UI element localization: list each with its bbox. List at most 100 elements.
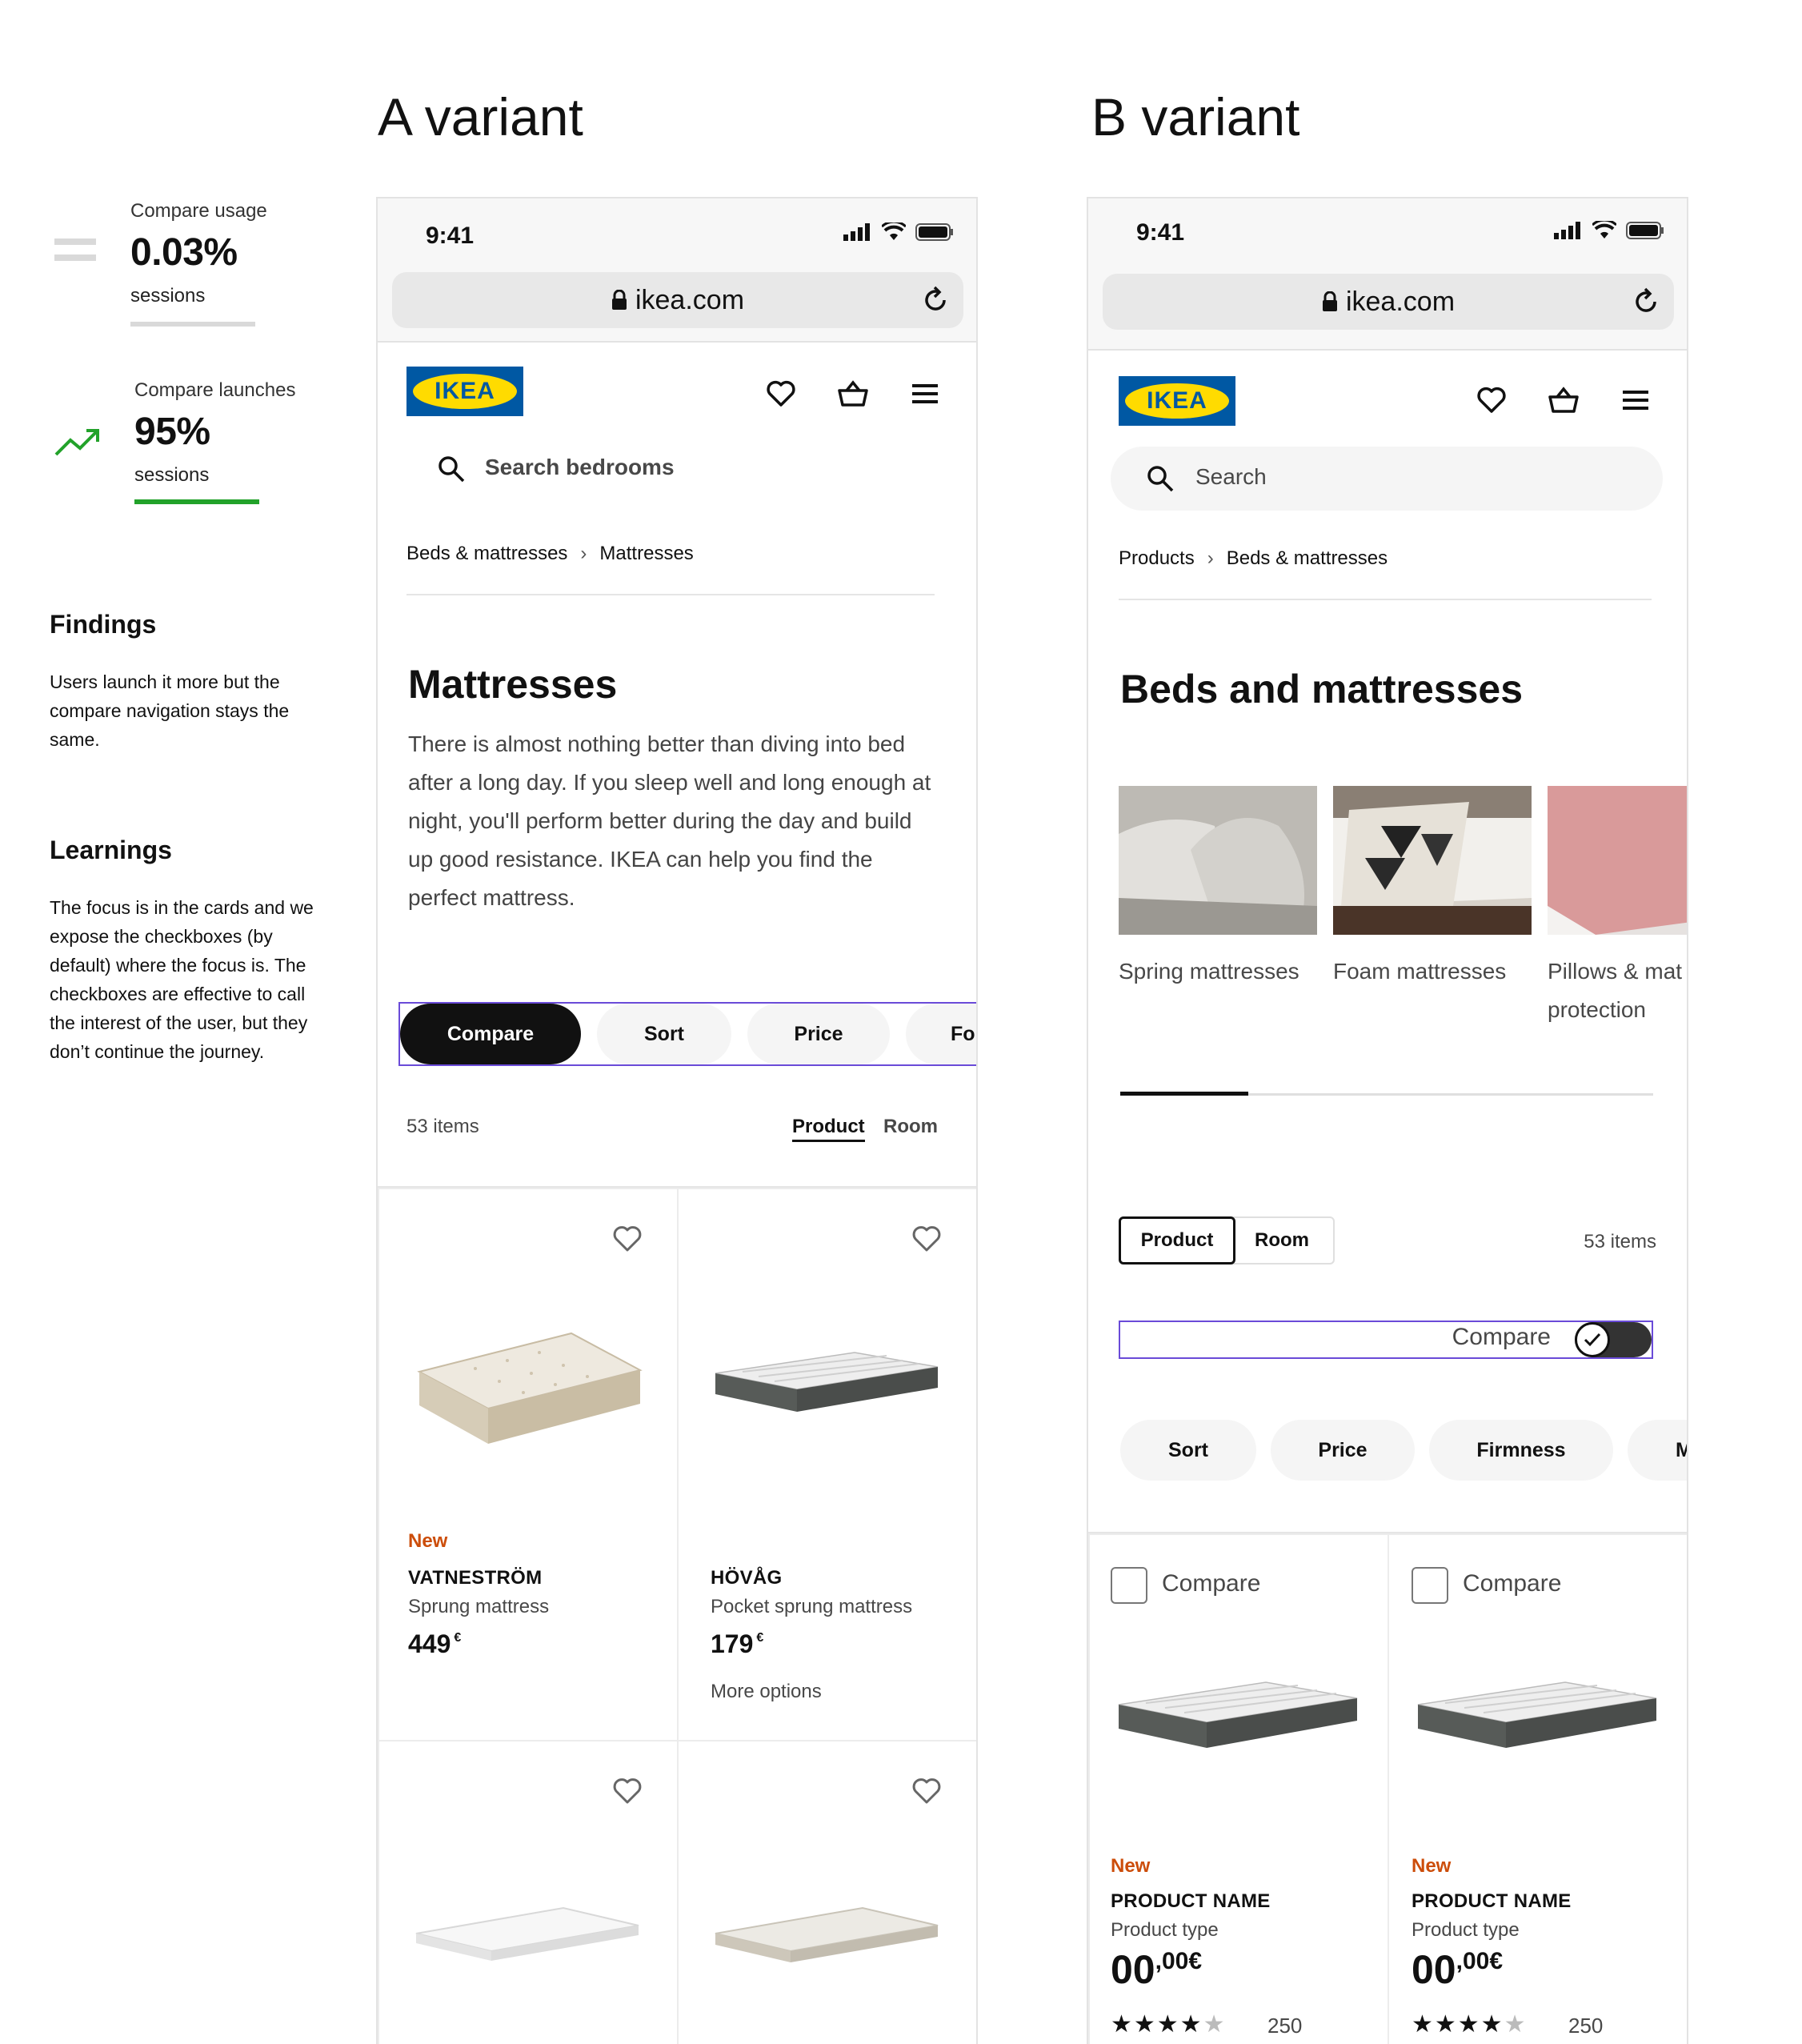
- filter-pill[interactable]: Fo: [906, 1004, 976, 1064]
- compare-label[interactable]: Compare: [1463, 1570, 1561, 1597]
- price-value: 449: [408, 1629, 451, 1658]
- breadcrumb-link[interactable]: Products: [1119, 547, 1195, 569]
- basket-icon[interactable]: [1548, 384, 1580, 416]
- product-image: [415, 1906, 639, 1961]
- currency: €: [1489, 1948, 1504, 1974]
- heart-icon[interactable]: [765, 378, 797, 410]
- filter-pill-label: Fo: [951, 1022, 975, 1045]
- product-card[interactable]: [677, 1740, 976, 2044]
- battery-icon: [1626, 222, 1664, 239]
- ikea-logo[interactable]: IKEA: [406, 367, 523, 416]
- wifi-icon: [882, 222, 906, 240]
- compare-label[interactable]: Compare: [1162, 1570, 1260, 1597]
- product-image: [715, 1352, 939, 1412]
- reload-icon[interactable]: [920, 285, 951, 315]
- metric-unit: sessions: [134, 464, 210, 486]
- ikea-logo[interactable]: IKEA: [1119, 376, 1235, 426]
- filter-pill-label: M: [1676, 1439, 1687, 1462]
- category-label[interactable]: Foam mattresses: [1333, 952, 1533, 991]
- currency: €: [454, 1631, 462, 1645]
- tab-room[interactable]: Room: [883, 1116, 938, 1138]
- new-badge: New: [1111, 1855, 1151, 1877]
- tab-product[interactable]: Product: [792, 1116, 865, 1142]
- product-price: 449 €: [408, 1629, 461, 1659]
- heart-icon[interactable]: [911, 1775, 943, 1807]
- breadcrumb-link[interactable]: Beds & mattresses: [1227, 547, 1388, 569]
- reload-icon[interactable]: [1631, 287, 1661, 317]
- page-title: Beds and mattresses: [1120, 667, 1524, 711]
- product-name: PRODUCT NAME: [1111, 1890, 1271, 1912]
- search-input[interactable]: Search bedrooms: [485, 455, 675, 480]
- product-card[interactable]: [378, 1740, 679, 2044]
- url-display[interactable]: ikea.com: [1103, 287, 1674, 318]
- basket-icon[interactable]: [837, 378, 869, 410]
- lock-icon: [611, 289, 627, 310]
- heart-icon[interactable]: [1476, 384, 1508, 416]
- menu-icon[interactable]: [1620, 384, 1652, 416]
- category-label-line: protection: [1548, 997, 1646, 1022]
- category-label[interactable]: Pillows & mat protection: [1548, 952, 1687, 1029]
- filter-pill[interactable]: M: [1628, 1420, 1687, 1481]
- menu-icon[interactable]: [909, 378, 941, 410]
- more-options-link[interactable]: More options: [711, 1681, 822, 1703]
- phone-variant-a: 9:41 ikea.com IKEA Search bedrooms Beds …: [376, 197, 978, 2044]
- url-display[interactable]: ikea.com: [392, 285, 963, 316]
- ikea-logo-text: IKEA: [413, 374, 517, 409]
- signal-icon: [843, 223, 870, 241]
- product-card[interactable]: New VATNESTRÖM Sprung mattress 449 €: [378, 1188, 679, 1741]
- price-integer: 00: [1111, 1947, 1155, 1992]
- toggle-knob: [1575, 1322, 1610, 1357]
- compare-pill[interactable]: Compare: [400, 1004, 581, 1064]
- divider: [406, 594, 935, 595]
- price-pill[interactable]: Price: [747, 1004, 890, 1064]
- sort-pill[interactable]: Sort: [597, 1004, 731, 1064]
- new-badge: New: [408, 1530, 448, 1552]
- product-card[interactable]: Compare New PRODUCT NAME Product type 00…: [1388, 1533, 1687, 2044]
- url-bar[interactable]: ikea.com: [1103, 274, 1674, 330]
- metric-value: 95%: [134, 411, 210, 453]
- url-bar[interactable]: ikea.com: [392, 272, 963, 328]
- sort-pill[interactable]: Sort: [1120, 1420, 1256, 1481]
- heart-icon[interactable]: [611, 1775, 643, 1807]
- tab-room[interactable]: Room: [1234, 1218, 1330, 1263]
- findings-heading: Findings: [50, 610, 157, 639]
- price-value: 179: [711, 1629, 754, 1658]
- category-image-pillows[interactable]: [1548, 786, 1687, 935]
- divider: [1119, 599, 1652, 600]
- view-toggle[interactable]: Product Room: [1119, 1216, 1335, 1264]
- learnings-text: The focus is in the cards and we expose …: [50, 897, 314, 1062]
- review-count: 250: [1568, 2014, 1604, 2038]
- url-text: ikea.com: [1345, 287, 1456, 317]
- variant-a-title: A variant: [378, 87, 583, 146]
- compare-checkbox[interactable]: [1111, 1567, 1147, 1604]
- compare-toggle[interactable]: [1575, 1322, 1652, 1357]
- item-count: 53 items: [406, 1116, 479, 1137]
- category-label[interactable]: Spring mattresses: [1119, 952, 1319, 991]
- breadcrumb-link[interactable]: Beds & mattresses: [406, 543, 567, 564]
- compare-toggle-row[interactable]: Compare: [1119, 1321, 1653, 1359]
- category-image-foam[interactable]: [1333, 786, 1532, 935]
- breadcrumb-link[interactable]: Mattresses: [599, 543, 693, 564]
- compare-checkbox[interactable]: [1412, 1567, 1448, 1604]
- metric-bar: [134, 499, 259, 504]
- tab-product[interactable]: Product: [1119, 1216, 1235, 1264]
- star-rating: ★★★★★: [1412, 2011, 1528, 2038]
- currency: €: [756, 1631, 764, 1645]
- heart-icon[interactable]: [911, 1223, 943, 1255]
- category-image-spring[interactable]: [1119, 786, 1317, 935]
- product-type: Sprung mattress: [408, 1596, 550, 1617]
- carousel-progress[interactable]: [1120, 1092, 1248, 1096]
- variant-b-title: B variant: [1091, 87, 1300, 146]
- search-field[interactable]: Search: [1111, 447, 1663, 511]
- breadcrumb: Beds & mattresses › Mattresses: [406, 543, 694, 565]
- product-card[interactable]: HÖVÅG Pocket sprung mattress 179 € More o…: [677, 1188, 976, 1741]
- firmness-pill[interactable]: Firmness: [1429, 1420, 1613, 1481]
- status-time: 9:41: [1136, 219, 1185, 246]
- search-icon[interactable]: [437, 455, 466, 483]
- heart-icon[interactable]: [611, 1223, 643, 1255]
- browser-chrome: 9:41 ikea.com: [378, 198, 976, 343]
- product-card[interactable]: Compare New PRODUCT NAME Product type 00…: [1088, 1533, 1389, 2044]
- product-name: PRODUCT NAME: [1412, 1890, 1572, 1912]
- price-pill[interactable]: Price: [1271, 1420, 1415, 1481]
- url-text: ikea.com: [635, 285, 745, 315]
